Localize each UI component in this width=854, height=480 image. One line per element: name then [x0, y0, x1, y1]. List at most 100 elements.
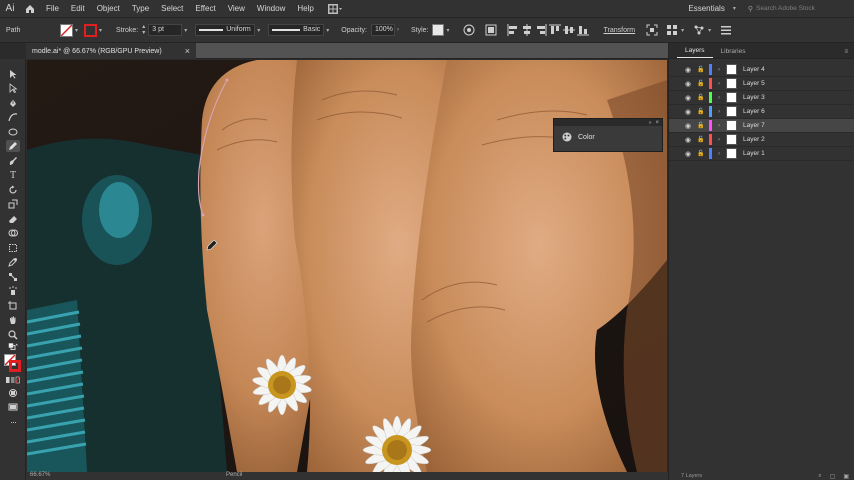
selection-tool-icon[interactable]: [6, 68, 20, 80]
chevron-down-icon[interactable]: ▾: [324, 27, 331, 34]
align-to-icon[interactable]: [484, 23, 498, 37]
workspace-switcher[interactable]: Essentials: [682, 0, 730, 17]
close-icon[interactable]: ×: [185, 46, 190, 56]
visibility-eye-icon[interactable]: ◉: [685, 122, 695, 130]
menu-edit[interactable]: Edit: [65, 0, 91, 17]
menu-select[interactable]: Select: [155, 0, 189, 17]
visibility-eye-icon[interactable]: ◉: [685, 136, 695, 144]
stroke-stepper-icon[interactable]: ▴ ▾: [142, 24, 145, 36]
chevron-down-icon[interactable]: ▾: [73, 27, 80, 34]
delete-layer-icon[interactable]: ▣: [843, 473, 849, 480]
color-mode-icons[interactable]: [6, 376, 20, 384]
document-tab[interactable]: modle.ai* @ 66.67% (RGB/GPU Preview) ×: [26, 43, 196, 59]
menu-view[interactable]: View: [222, 0, 251, 17]
search-stock-input[interactable]: Search Adobe Stock: [756, 3, 848, 15]
chevron-down-icon[interactable]: ▾: [706, 27, 713, 34]
recolor-artwork-icon[interactable]: [462, 23, 476, 37]
chevron-down-icon[interactable]: ▾: [97, 27, 104, 34]
expand-chevron-icon[interactable]: ›: [714, 67, 724, 73]
layer-name[interactable]: Layer 5: [743, 80, 765, 87]
tab-layers[interactable]: Layers: [677, 47, 713, 58]
default-fill-stroke-icon[interactable]: [6, 343, 20, 351]
layer-name[interactable]: Layer 6: [743, 108, 765, 115]
brush-definition[interactable]: Basic: [268, 24, 325, 36]
layer-row[interactable]: ◉ 🔓 › Layer 6: [669, 105, 854, 119]
layer-row[interactable]: ◉ 🔓 › Layer 2: [669, 133, 854, 147]
layer-name[interactable]: Layer 2: [743, 136, 765, 143]
lock-toggle-icon[interactable]: 🔓: [697, 136, 707, 143]
pen-tool-icon[interactable]: [6, 97, 20, 109]
align-top-icon[interactable]: [548, 23, 562, 37]
panel-menu-icon[interactable]: [719, 23, 733, 37]
lock-toggle-icon[interactable]: 🔓: [697, 108, 707, 115]
expand-chevron-icon[interactable]: ›: [714, 109, 724, 115]
visibility-eye-icon[interactable]: ◉: [685, 94, 695, 102]
fill-stroke-swatches[interactable]: [2, 353, 24, 374]
blob-brush-tool-icon[interactable]: [6, 155, 20, 167]
zoom-level[interactable]: 66.67%: [30, 472, 50, 478]
layer-row[interactable]: ◉ 🔓 › Layer 4: [669, 63, 854, 77]
layer-name[interactable]: Layer 7: [743, 122, 765, 129]
more-tools-icon[interactable]: ···: [6, 416, 20, 428]
eraser-tool-icon[interactable]: [6, 213, 20, 225]
drawing-mode-icon[interactable]: [6, 387, 20, 399]
shape-builder-tool-icon[interactable]: [6, 227, 20, 239]
free-transform-tool-icon[interactable]: [6, 242, 20, 254]
hand-tool-icon[interactable]: [6, 314, 20, 326]
layer-name[interactable]: Layer 1: [743, 150, 765, 157]
symbol-sprayer-tool-icon[interactable]: [6, 285, 20, 297]
layer-row[interactable]: ◉ 🔓 › Layer 5: [669, 77, 854, 91]
menu-window[interactable]: Window: [251, 0, 291, 17]
new-layer-icon[interactable]: ▢: [830, 473, 836, 480]
expand-chevron-icon[interactable]: ›: [714, 137, 724, 143]
panel-header[interactable]: » ×: [554, 119, 662, 126]
screen-mode-icon[interactable]: [6, 401, 20, 413]
blend-tool-icon[interactable]: [6, 271, 20, 283]
visibility-eye-icon[interactable]: ◉: [685, 108, 695, 116]
chevron-down-icon[interactable]: ▾: [255, 27, 262, 34]
color-panel[interactable]: » × Color: [553, 118, 663, 152]
visibility-eye-icon[interactable]: ◉: [685, 66, 695, 74]
collapse-icon[interactable]: »: [649, 120, 652, 126]
lock-toggle-icon[interactable]: 🔓: [697, 66, 707, 73]
layer-name[interactable]: Layer 3: [743, 94, 765, 101]
scale-tool-icon[interactable]: [6, 198, 20, 210]
visibility-eye-icon[interactable]: ◉: [685, 150, 695, 158]
layer-row[interactable]: ◉ 🔓 › Layer 7: [669, 119, 854, 133]
align-bottom-icon[interactable]: [576, 23, 590, 37]
align-right-icon[interactable]: [534, 23, 548, 37]
lock-toggle-icon[interactable]: 🔓: [697, 150, 707, 157]
align-middle-icon[interactable]: [562, 23, 576, 37]
opacity-field[interactable]: 100%: [370, 24, 395, 36]
tab-libraries[interactable]: Libraries: [713, 48, 754, 58]
type-tool-icon[interactable]: T: [6, 169, 20, 181]
layer-row[interactable]: ◉ 🔓 › Layer 3: [669, 91, 854, 105]
chevron-down-icon[interactable]: ▾: [679, 27, 686, 34]
close-icon[interactable]: ×: [655, 120, 659, 126]
eyedropper-tool-icon[interactable]: [6, 256, 20, 268]
expand-chevron-icon[interactable]: ›: [714, 123, 724, 129]
home-icon[interactable]: [20, 0, 40, 17]
stroke-weight-field[interactable]: 3 pt: [148, 24, 183, 36]
symbol-options-icon[interactable]: [665, 23, 679, 37]
locate-object-icon[interactable]: ⌕: [818, 473, 821, 480]
rotate-tool-icon[interactable]: [6, 184, 20, 196]
panel-menu-icon[interactable]: ≡: [838, 49, 854, 58]
direct-selection-tool-icon[interactable]: [6, 82, 20, 94]
artboard-tool-icon[interactable]: [6, 300, 20, 312]
visibility-eye-icon[interactable]: ◉: [685, 80, 695, 88]
transform-button[interactable]: Transform: [600, 27, 640, 34]
lock-toggle-icon[interactable]: 🔓: [697, 122, 707, 129]
expand-chevron-icon[interactable]: ›: [714, 151, 724, 157]
menu-object[interactable]: Object: [91, 0, 126, 17]
pencil-tool-icon[interactable]: [6, 140, 20, 152]
chevron-down-icon[interactable]: ▾: [444, 27, 451, 34]
stroke-swatch[interactable]: [84, 23, 98, 37]
stroke-swatch[interactable]: [9, 359, 21, 372]
menu-file[interactable]: File: [40, 0, 65, 17]
chevron-down-icon[interactable]: ▾: [182, 27, 189, 34]
arrange-documents-icon[interactable]: [324, 3, 346, 15]
expand-chevron-icon[interactable]: ›: [714, 81, 724, 87]
fill-swatch[interactable]: [60, 23, 73, 37]
align-center-icon[interactable]: [520, 23, 534, 37]
